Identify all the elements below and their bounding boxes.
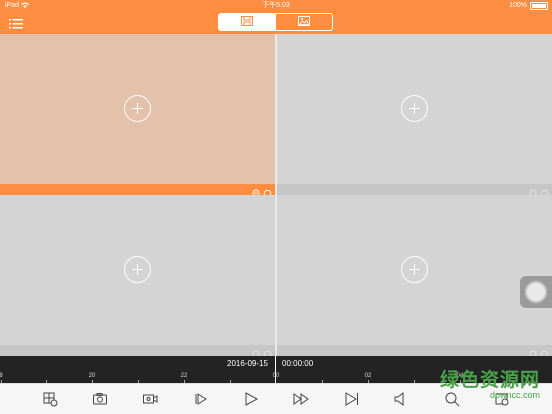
add-camera-icon[interactable] <box>124 256 151 283</box>
top-bar: iPad 下午5:03 100% <box>0 0 552 34</box>
segment-picture-view[interactable] <box>276 14 333 30</box>
slow-play-icon[interactable] <box>193 391 209 407</box>
add-camera-icon[interactable] <box>401 95 428 122</box>
search-icon[interactable] <box>444 391 460 407</box>
zoom-icon[interactable] <box>529 346 538 359</box>
zoom-icon[interactable] <box>252 185 261 198</box>
video-pane-1[interactable] <box>0 34 275 198</box>
zoom-icon[interactable] <box>529 185 538 198</box>
add-camera-icon[interactable] <box>124 95 151 122</box>
record-icon[interactable] <box>142 391 158 407</box>
battery-label: 100% <box>509 2 527 9</box>
segment-live-view[interactable] <box>219 14 276 30</box>
add-camera-icon[interactable] <box>401 256 428 283</box>
timeline-tick-label: 00 <box>272 373 280 379</box>
close-circle-icon[interactable] <box>540 185 549 198</box>
assistive-touch-button[interactable] <box>520 276 552 308</box>
pane-control-bar <box>0 184 275 198</box>
video-pane-3[interactable] <box>0 195 275 359</box>
view-segmented-control <box>218 13 333 31</box>
volume-icon[interactable] <box>393 391 409 407</box>
close-circle-icon[interactable] <box>540 346 549 359</box>
menu-list-icon[interactable] <box>9 16 23 29</box>
zoom-icon[interactable] <box>252 346 261 359</box>
timeline-tick-label: 02 <box>364 373 372 379</box>
close-circle-icon[interactable] <box>263 346 272 359</box>
watermark-url: downcc.com <box>489 390 540 400</box>
video-pane-4[interactable] <box>277 195 552 359</box>
watermark-text: 绿色资源网 <box>439 370 540 391</box>
video-pane-2[interactable] <box>277 34 552 198</box>
battery-icon <box>530 1 548 10</box>
status-battery: 100% <box>509 1 548 10</box>
fast-forward-icon[interactable] <box>293 391 309 407</box>
video-grid <box>0 34 552 359</box>
pane-divider <box>275 34 277 356</box>
save-icon <box>241 14 254 30</box>
layout-icon[interactable] <box>42 391 58 407</box>
play-icon[interactable] <box>243 391 259 407</box>
timeline-tick-label: 22 <box>180 373 188 379</box>
close-circle-icon[interactable] <box>263 185 272 198</box>
pane-control-bar <box>0 345 275 359</box>
status-time: 下午5:03 <box>262 2 290 9</box>
timeline-tick-label: 8 <box>0 373 3 379</box>
timeline-time: 00:00:00 <box>282 359 314 368</box>
next-frame-icon[interactable] <box>344 391 360 407</box>
timeline-tick-label: 20 <box>88 373 96 379</box>
camera-icon[interactable] <box>92 391 108 407</box>
pane-control-bar <box>277 184 552 198</box>
picture-icon <box>297 14 310 30</box>
timeline-date: 2016-09-15 <box>227 359 268 368</box>
pane-control-bar <box>277 345 552 359</box>
